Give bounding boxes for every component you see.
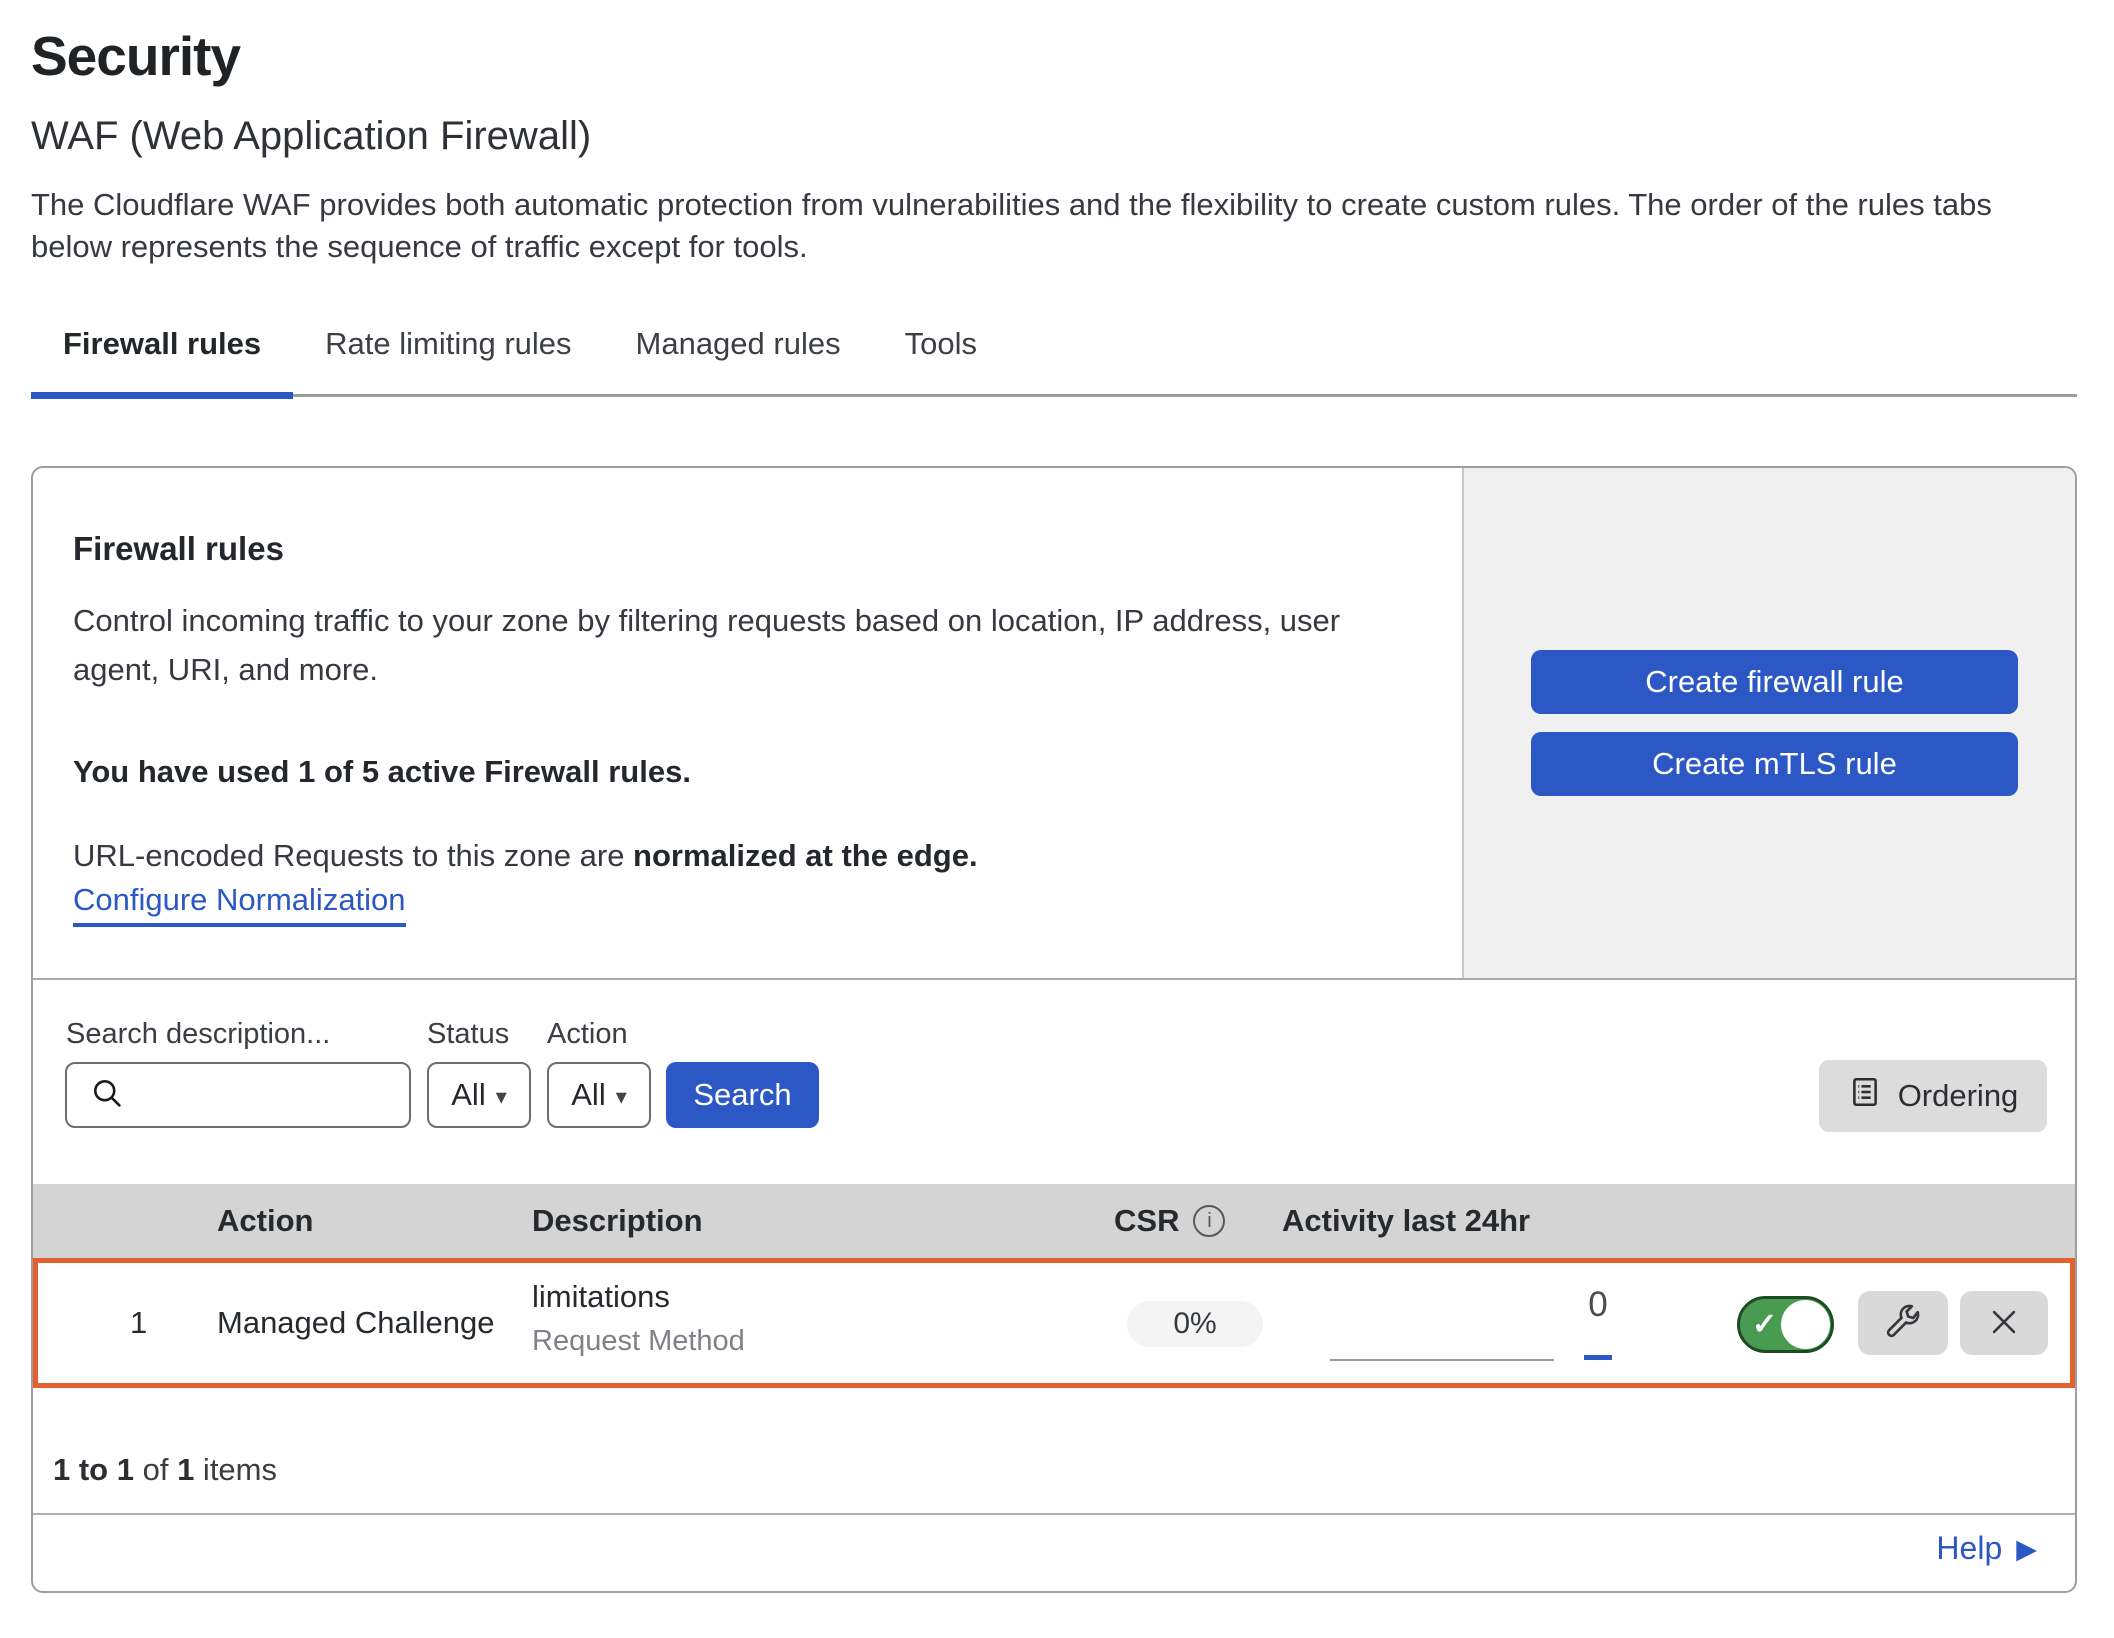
normalization-text: URL-encoded Requests to this zone are	[73, 838, 633, 873]
rule-enabled-toggle[interactable]: ✓	[1737, 1296, 1834, 1353]
items-summary: 1 to 1 of 1 items	[53, 1452, 277, 1488]
help-arrow-icon: ▶	[2016, 1534, 2037, 1565]
delete-rule-button[interactable]	[1960, 1291, 2048, 1355]
items-mid: of	[134, 1452, 177, 1487]
csr-badge: 0%	[1127, 1301, 1263, 1347]
page-description: The Cloudflare WAF provides both automat…	[31, 184, 2066, 268]
edit-rule-button[interactable]	[1858, 1291, 1948, 1355]
ordering-button[interactable]: Ordering	[1819, 1060, 2047, 1132]
search-input[interactable]	[65, 1062, 411, 1128]
firewall-rules-panel: Firewall rules Control incoming traffic …	[31, 466, 2077, 1593]
toggle-knob	[1781, 1300, 1830, 1349]
rule-action: Managed Challenge	[217, 1263, 495, 1383]
column-action: Action	[217, 1184, 313, 1258]
ordering-button-label: Ordering	[1898, 1078, 2019, 1114]
action-select-value: All	[571, 1077, 605, 1113]
search-icon	[89, 1075, 125, 1116]
configure-normalization-link[interactable]: Configure Normalization	[73, 882, 406, 927]
normalization-bold: normalized at the edge.	[633, 838, 978, 873]
column-activity: Activity last 24hr	[1282, 1184, 1530, 1258]
table-header: Action Description CSR i Activity last 2…	[33, 1184, 2075, 1258]
wrench-icon	[1883, 1302, 1923, 1345]
items-end: items	[194, 1452, 277, 1487]
column-description: Description	[532, 1184, 703, 1258]
search-button[interactable]: Search	[666, 1062, 819, 1128]
status-select-value: All	[451, 1077, 485, 1113]
footer-divider	[33, 1513, 2075, 1515]
close-icon	[1987, 1305, 2021, 1342]
action-label: Action	[547, 1018, 628, 1051]
column-csr-label: CSR	[1114, 1184, 1179, 1258]
waf-tabs: Firewall rules Rate limiting rules Manag…	[31, 326, 2077, 397]
status-select[interactable]: All ▾	[427, 1062, 531, 1128]
activity-sparkline	[1330, 1359, 1554, 1361]
tab-tools[interactable]: Tools	[873, 326, 1009, 399]
rule-description-sub: Request Method	[532, 1325, 745, 1358]
card-title: Firewall rules	[73, 530, 284, 568]
chevron-down-icon: ▾	[616, 1084, 627, 1110]
info-icon[interactable]: i	[1193, 1205, 1225, 1237]
tab-managed-rules[interactable]: Managed rules	[604, 326, 873, 399]
action-select[interactable]: All ▾	[547, 1062, 651, 1128]
help-link[interactable]: Help ▶	[1936, 1530, 2037, 1567]
search-label: Search description...	[66, 1018, 330, 1051]
page-subtitle: WAF (Web Application Firewall)	[31, 114, 591, 159]
activity-value[interactable]: 0	[1576, 1285, 1620, 1325]
chevron-down-icon: ▾	[496, 1084, 507, 1110]
actions-side-panel	[1462, 468, 2075, 978]
usage-summary: You have used 1 of 5 active Firewall rul…	[73, 754, 691, 790]
section-divider	[33, 978, 2075, 980]
rule-priority: 1	[130, 1263, 147, 1383]
card-description: Control incoming traffic to your zone by…	[73, 596, 1418, 694]
activity-value-marker	[1584, 1355, 1612, 1360]
help-label: Help	[1936, 1530, 2002, 1567]
items-total: 1	[177, 1452, 194, 1487]
ordering-list-icon	[1848, 1075, 1882, 1117]
column-csr: CSR i	[1114, 1184, 1225, 1258]
rule-description: limitations	[532, 1279, 670, 1315]
tab-rate-limiting-rules[interactable]: Rate limiting rules	[293, 326, 603, 399]
status-label: Status	[427, 1018, 509, 1051]
tab-firewall-rules[interactable]: Firewall rules	[31, 326, 293, 399]
items-range: 1 to 1	[53, 1452, 134, 1487]
table-row: 1 Managed Challenge limitations Request …	[33, 1258, 2075, 1388]
create-firewall-rule-button[interactable]: Create firewall rule	[1531, 650, 2018, 714]
normalization-note: URL-encoded Requests to this zone are no…	[73, 838, 978, 874]
check-icon: ✓	[1752, 1307, 1777, 1342]
create-mtls-rule-button[interactable]: Create mTLS rule	[1531, 732, 2018, 796]
page-title: Security	[31, 24, 240, 88]
